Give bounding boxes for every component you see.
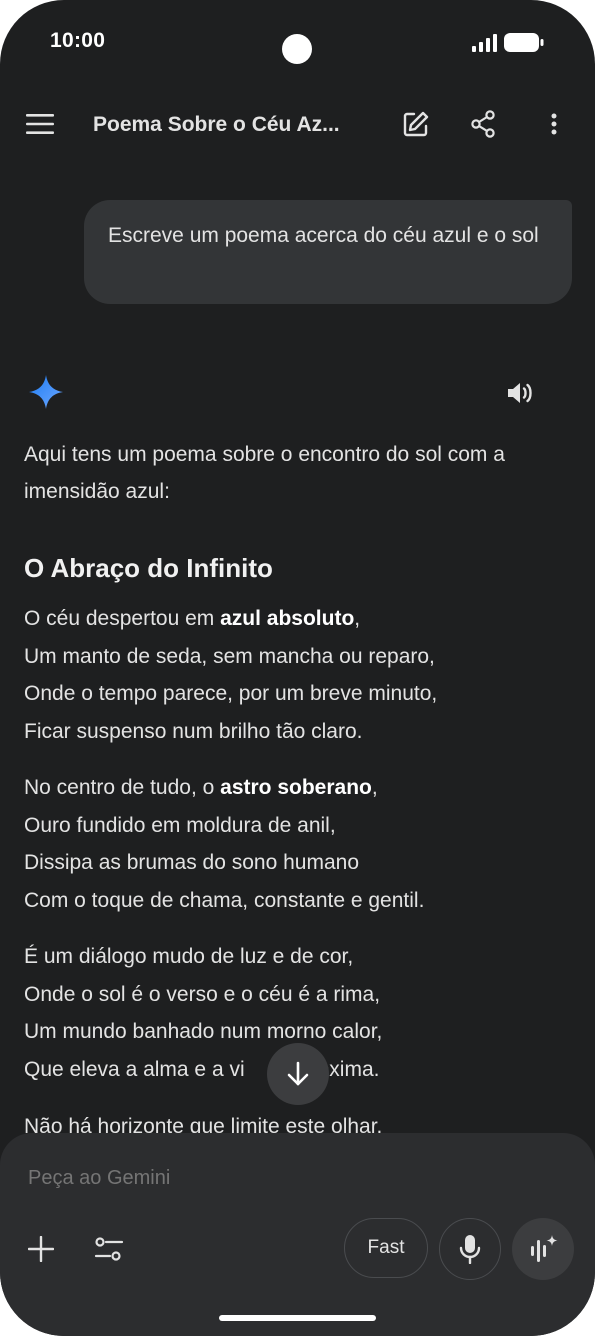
model-mode-label: Fast [367, 1237, 405, 1258]
share-button[interactable] [463, 104, 503, 144]
poem-stanza-2: No centro de tudo, o astro soberano, Our… [24, 769, 579, 919]
speaker-icon [508, 383, 532, 403]
poem-line: O céu despertou em azul absoluto, [24, 607, 361, 630]
mic-icon [459, 1235, 481, 1264]
poem-line: No centro de tudo, o astro soberano, [24, 776, 378, 799]
response-intro: Aqui tens um poema sobre o encontro do s… [24, 436, 579, 510]
read-aloud-button[interactable] [500, 373, 540, 413]
poem-stanza-1: O céu despertou em azul absoluto, Um man… [24, 600, 579, 750]
conversation-title[interactable]: Poema Sobre o Céu Az... [93, 113, 340, 137]
new-chat-button[interactable] [396, 104, 436, 144]
user-message-text: Escreve um poema acerca do céu azul e o … [108, 224, 539, 247]
poem-line: Com o toque de chama, constante e gentil… [24, 888, 425, 912]
tools-button[interactable] [89, 1229, 129, 1269]
response-intro-text: Aqui tens um poema sobre o encontro do s… [24, 443, 505, 503]
user-message-bubble: Escreve um poema acerca do céu azul e o … [84, 200, 572, 304]
share-icon [471, 110, 495, 138]
model-mode-button[interactable]: Fast [344, 1218, 428, 1278]
poem-title: O Abraço do Infinito [24, 553, 273, 583]
tune-icon [94, 1237, 124, 1261]
poem-line: Onde o sol é o verso e o céu é a rima, [24, 982, 381, 1006]
poem-line: Ficar suspenso num brilho tão claro. [24, 719, 363, 743]
plus-icon [28, 1236, 54, 1262]
microphone-button[interactable] [439, 1218, 501, 1280]
signal-icon [472, 34, 497, 52]
add-attachment-button[interactable] [21, 1229, 61, 1269]
poem-line: Dissipa as brumas do sono humano [24, 851, 360, 874]
poem-line: Ouro fundido em moldura de anil, [24, 813, 336, 837]
more-options-button[interactable] [534, 104, 574, 144]
home-indicator[interactable] [219, 1315, 376, 1321]
menu-button[interactable] [20, 104, 60, 144]
camera-cutout [282, 34, 312, 64]
live-mode-button[interactable] [512, 1218, 574, 1280]
phone-screen: 10:00 Poema Sobre o Céu Az... Escreve um… [0, 0, 595, 1336]
arrow-down-icon [287, 1061, 309, 1086]
poem-line: Onde o tempo parece, por um breve minuto… [24, 682, 438, 705]
status-bar: 10:00 [0, 0, 595, 84]
live-waveform-icon [531, 1235, 558, 1262]
edit-icon [403, 111, 429, 137]
poem-line: Um manto de seda, sem mancha ou reparo, [24, 644, 435, 668]
menu-icon [26, 114, 54, 134]
status-time: 10:00 [50, 29, 106, 52]
gemini-sparkle-icon [29, 375, 63, 409]
battery-icon [504, 33, 544, 52]
scroll-to-bottom-button[interactable] [267, 1043, 329, 1105]
prompt-input[interactable] [26, 1166, 430, 1191]
more-vert-icon [551, 113, 557, 135]
poem-line: É um diálogo mudo de luz e de cor, [24, 945, 354, 968]
